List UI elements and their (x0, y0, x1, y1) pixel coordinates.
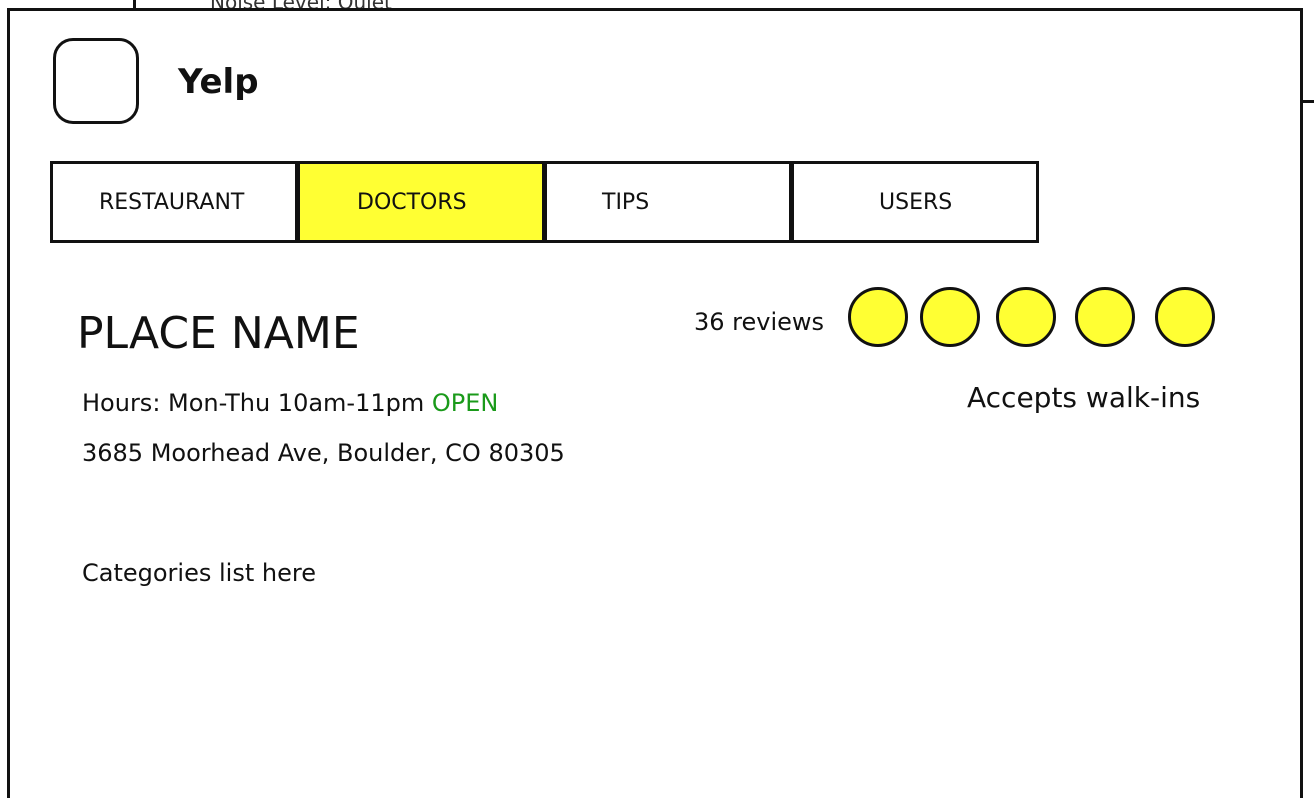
rating-star-icon (996, 287, 1056, 347)
rating-star-icon (848, 287, 908, 347)
review-count[interactable]: 36 reviews (694, 308, 824, 336)
tab-bar: RESTAURANT DOCTORS TIPS USERS (50, 161, 1039, 243)
walk-ins-badge: Accepts walk-ins (967, 381, 1201, 414)
rating-star-icon (920, 287, 980, 347)
tab-tips[interactable]: TIPS (544, 161, 792, 243)
tab-label: RESTAURANT (99, 189, 245, 215)
hours-line: Hours: Mon-Thu 10am-11pm OPEN (82, 389, 498, 417)
background-window-edge (1303, 100, 1314, 103)
tab-doctors[interactable]: DOCTORS (297, 161, 545, 243)
tab-restaurant[interactable]: RESTAURANT (50, 161, 298, 243)
categories-list: Categories list here (82, 559, 316, 587)
tab-users[interactable]: USERS (791, 161, 1039, 243)
place-name: PLACE NAME (77, 308, 360, 359)
address: 3685 Moorhead Ave, Boulder, CO 80305 (82, 439, 565, 467)
rating-star-icon (1075, 287, 1135, 347)
app-logo (53, 38, 139, 124)
open-status: OPEN (431, 389, 499, 417)
tab-label: DOCTORS (357, 189, 467, 215)
tab-label: USERS (879, 189, 953, 215)
hours-label: Hours: Mon-Thu 10am-11pm (82, 389, 425, 417)
rating-star-icon (1155, 287, 1215, 347)
tab-label: TIPS (602, 189, 650, 215)
app-title: Yelp (178, 62, 259, 102)
